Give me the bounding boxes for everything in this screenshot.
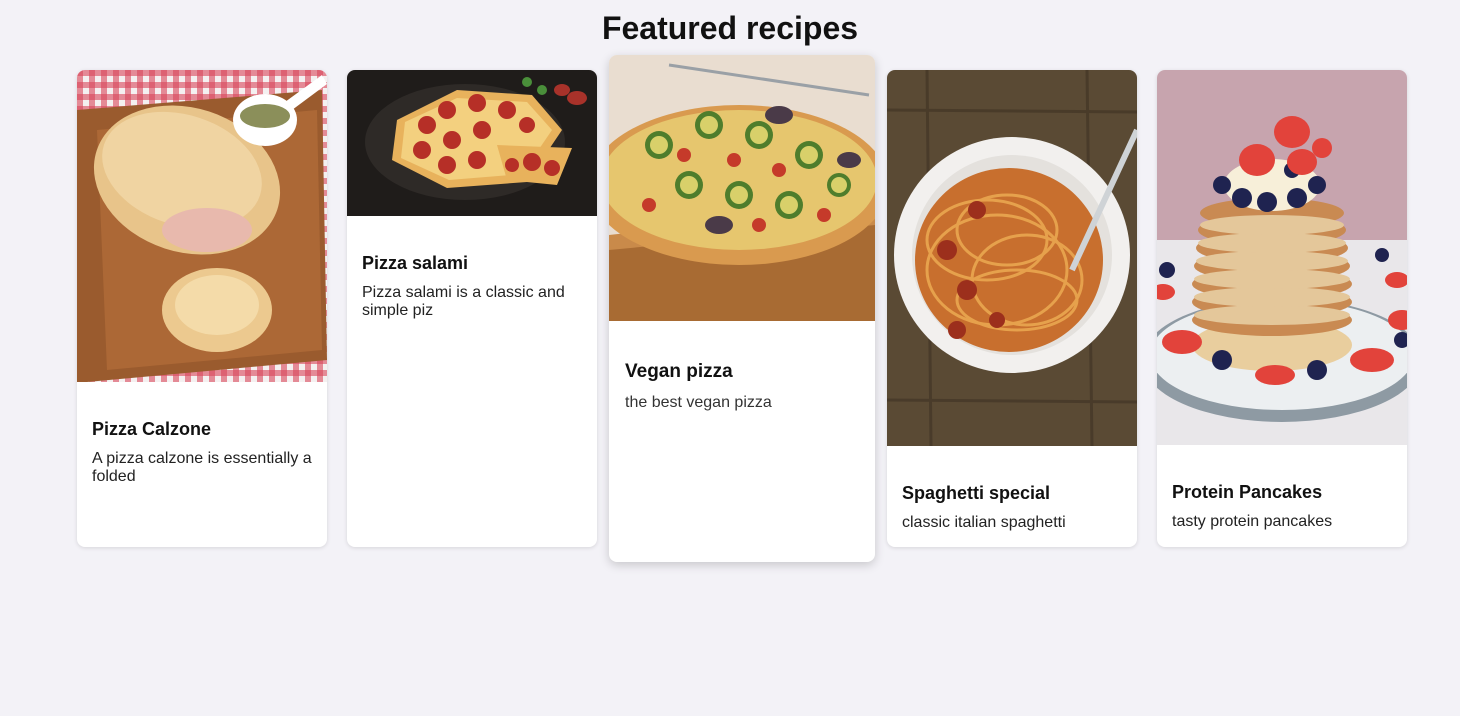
recipe-description: Pizza salami is a classic and simple piz bbox=[362, 284, 565, 319]
vegan-pizza-photo bbox=[609, 55, 875, 321]
recipe-title: Protein Pancakes bbox=[1172, 482, 1323, 502]
recipe-description: classic italian spaghetti bbox=[902, 514, 1066, 531]
page-title: Featured recipes bbox=[601, 10, 859, 46]
recipe-title: Spaghetti special bbox=[902, 483, 1051, 503]
recipe-description: A pizza calzone is essentially a folded bbox=[92, 450, 312, 485]
recipe-card-vegan-pizza[interactable]: Vegan pizza the best vegan pizza bbox=[609, 55, 875, 562]
recipe-description: the best vegan pizza bbox=[625, 394, 772, 411]
salami-pizza-photo bbox=[347, 70, 597, 216]
recipe-card-protein-pancakes[interactable]: Protein Pancakes tasty protein pancakes bbox=[1157, 70, 1407, 547]
calzone-photo bbox=[77, 70, 327, 382]
recipe-title: Pizza salami bbox=[362, 253, 469, 273]
recipe-card-spaghetti-special[interactable]: Spaghetti special classic italian spaghe… bbox=[887, 70, 1137, 547]
recipe-title: Vegan pizza bbox=[625, 361, 733, 382]
recipe-card-pizza-calzone[interactable]: Pizza Calzone A pizza calzone is essenti… bbox=[77, 70, 327, 547]
spaghetti-photo bbox=[887, 70, 1137, 446]
recipe-card-pizza-salami[interactable]: Pizza salami Pizza salami is a classic a… bbox=[347, 70, 597, 547]
pancakes-photo bbox=[1157, 70, 1407, 445]
recipe-title: Pizza Calzone bbox=[92, 419, 212, 439]
recipe-description: tasty protein pancakes bbox=[1172, 513, 1333, 530]
